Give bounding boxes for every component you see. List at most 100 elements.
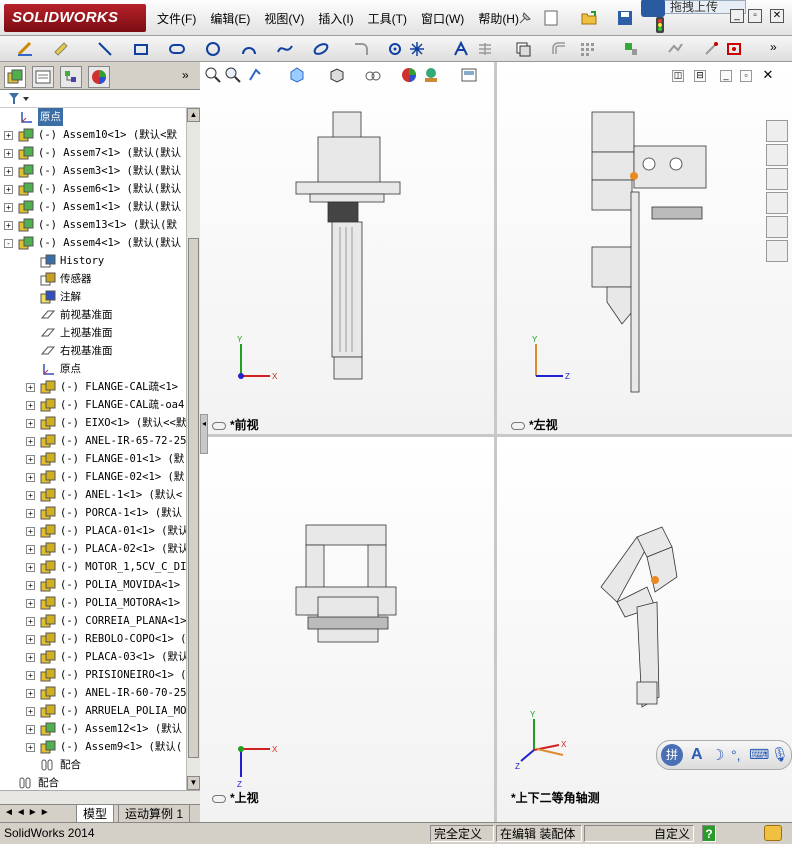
- linear-pattern-icon[interactable]: [578, 40, 596, 58]
- tree-item[interactable]: + (-) MOTOR_1,5CV_C_DI: [0, 558, 186, 576]
- spline-icon[interactable]: [276, 40, 294, 58]
- display-manager-tab[interactable]: [88, 66, 110, 88]
- expand-icon[interactable]: +: [26, 725, 35, 734]
- tree-item[interactable]: - (-) Assem4<1> (默认(默认: [0, 234, 186, 252]
- link-icon[interactable]: [212, 794, 226, 803]
- tree-item[interactable]: + (-) Assem1<1> (默认(默认: [0, 198, 186, 216]
- expand-icon[interactable]: +: [4, 167, 13, 176]
- viewport-front[interactable]: Y X *前视: [200, 62, 494, 434]
- tree-item[interactable]: + (-) Assem12<1> (默认: [0, 720, 186, 738]
- view-orientation-icon[interactable]: [328, 66, 346, 84]
- propertymanager-tab[interactable]: [32, 66, 54, 88]
- tree-item[interactable]: + (-) PRISIONEIRO<1> (: [0, 666, 186, 684]
- expand-icon[interactable]: +: [26, 419, 35, 428]
- tree-item[interactable]: + (-) ANEL-IR-60-70-25: [0, 684, 186, 702]
- offset-entities-icon[interactable]: [550, 40, 568, 58]
- tree-item[interactable]: + (-) Assem7<1> (默认(默认: [0, 144, 186, 162]
- toolbar-overflow-icon[interactable]: »: [770, 40, 777, 54]
- tabs-overflow-icon[interactable]: »: [182, 68, 189, 82]
- expand-icon[interactable]: +: [26, 617, 35, 626]
- tree-item[interactable]: + (-) POLIA_MOVIDA<1>: [0, 576, 186, 594]
- scroll-up-icon[interactable]: ▲: [187, 108, 200, 122]
- edit-appearance-icon[interactable]: [400, 66, 418, 84]
- tree-item[interactable]: + (-) Assem13<1> (默认(默: [0, 216, 186, 234]
- panel-collapse-handle[interactable]: ◂: [200, 414, 208, 454]
- expand-icon[interactable]: +: [26, 581, 35, 590]
- menu-tools[interactable]: 工具(T): [361, 10, 414, 27]
- tree-item[interactable]: + (-) PLACA-02<1> (默认: [0, 540, 186, 558]
- menu-file[interactable]: 文件(F): [150, 10, 203, 27]
- section-view-icon[interactable]: [288, 66, 306, 84]
- menu-view[interactable]: 视图(V): [257, 10, 311, 27]
- apply-scene-icon[interactable]: [422, 66, 440, 84]
- expand-icon[interactable]: +: [26, 491, 35, 500]
- traffic-light-icon[interactable]: [650, 16, 670, 34]
- rectangle-icon[interactable]: [132, 40, 150, 58]
- arc-icon[interactable]: [240, 40, 258, 58]
- tree-item[interactable]: + (-) REBOLO-COPO<1> (: [0, 630, 186, 648]
- tree-item[interactable]: + (-) PLACA-03<1> (默认: [0, 648, 186, 666]
- expand-icon[interactable]: +: [4, 203, 13, 212]
- tree-item[interactable]: + (-) PORCA-1<1> (默认: [0, 504, 186, 522]
- repair-sketch-icon[interactable]: [666, 40, 684, 58]
- scroll-down-icon[interactable]: ▼: [187, 776, 200, 790]
- viewport-top[interactable]: Z X *上视: [200, 437, 494, 822]
- doc-minimize-icon[interactable]: _: [720, 70, 732, 82]
- point-icon[interactable]: [386, 40, 404, 58]
- menu-insert[interactable]: 插入(I): [311, 10, 360, 27]
- solidworks-resources-icon[interactable]: [766, 120, 788, 142]
- display-style-icon[interactable]: [364, 66, 382, 84]
- tree-item[interactable]: 传感器: [0, 270, 186, 288]
- plane-sketch-icon[interactable]: [476, 40, 494, 58]
- menu-edit[interactable]: 编辑(E): [203, 10, 257, 27]
- previous-view-icon[interactable]: [246, 66, 264, 84]
- expand-icon[interactable]: +: [26, 401, 35, 410]
- tab-motion-study[interactable]: 运动算例 1: [118, 805, 191, 823]
- restore-button[interactable]: ▫: [748, 9, 762, 23]
- tree-item[interactable]: 原点: [0, 108, 186, 126]
- expand-icon[interactable]: +: [26, 653, 35, 662]
- display-relations-icon[interactable]: [622, 40, 640, 58]
- tree-item[interactable]: 前视基准面: [0, 306, 186, 324]
- text-icon[interactable]: [452, 40, 470, 58]
- viewport-maximize-icon[interactable]: ◫: [672, 70, 684, 82]
- tree-item[interactable]: + (-) EIXO<1> (默认<<默: [0, 414, 186, 432]
- tree-item[interactable]: + (-) POLIA_MOTORA<1>: [0, 594, 186, 612]
- close-button[interactable]: ✕: [770, 9, 784, 23]
- featuremanager-tab[interactable]: [4, 66, 26, 88]
- line-icon[interactable]: [96, 40, 114, 58]
- expand-icon[interactable]: +: [26, 671, 35, 680]
- expand-icon[interactable]: +: [4, 185, 13, 194]
- expand-icon[interactable]: +: [4, 131, 13, 140]
- solidworks-logo[interactable]: SOLIDWORKS: [4, 4, 146, 32]
- ellipse-icon[interactable]: [312, 40, 330, 58]
- ime-moon-icon[interactable]: ☽: [711, 746, 724, 764]
- tab-nav-arrows[interactable]: ◄◄►►: [4, 807, 52, 818]
- tree-hscrollbar[interactable]: [0, 790, 200, 804]
- tree-item[interactable]: + (-) ANEL-IR-65-72-25: [0, 432, 186, 450]
- zoom-to-fit-icon[interactable]: [204, 66, 222, 84]
- zoom-to-area-icon[interactable]: [224, 66, 242, 84]
- new-document-icon[interactable]: [542, 9, 560, 27]
- centerline-icon[interactable]: [408, 40, 426, 58]
- expand-icon[interactable]: +: [26, 563, 35, 572]
- ime-mic-icon[interactable]: 🎙: [771, 746, 789, 763]
- tree-item[interactable]: History: [0, 252, 186, 270]
- status-units[interactable]: 自定义: [584, 825, 694, 842]
- expand-icon[interactable]: +: [26, 707, 35, 716]
- open-folder-icon[interactable]: [580, 9, 598, 27]
- ime-logo-icon[interactable]: 拼: [661, 744, 683, 766]
- tree-item[interactable]: 配合: [0, 756, 186, 774]
- tree-item[interactable]: + (-) FLANGE-02<1> (默: [0, 468, 186, 486]
- viewport-splitter-vertical[interactable]: [494, 62, 497, 822]
- save-icon[interactable]: [616, 9, 634, 27]
- expand-icon[interactable]: +: [4, 149, 13, 158]
- tree-item[interactable]: + (-) Assem9<1> (默认(: [0, 738, 186, 756]
- tree-item[interactable]: 注解: [0, 288, 186, 306]
- expand-icon[interactable]: +: [26, 635, 35, 644]
- viewport-left[interactable]: Y Z *左视: [497, 62, 792, 434]
- scroll-thumb[interactable]: [188, 238, 199, 758]
- ime-english-icon[interactable]: A: [691, 746, 703, 764]
- help-icon[interactable]: ?: [702, 825, 716, 842]
- expand-icon[interactable]: +: [4, 221, 13, 230]
